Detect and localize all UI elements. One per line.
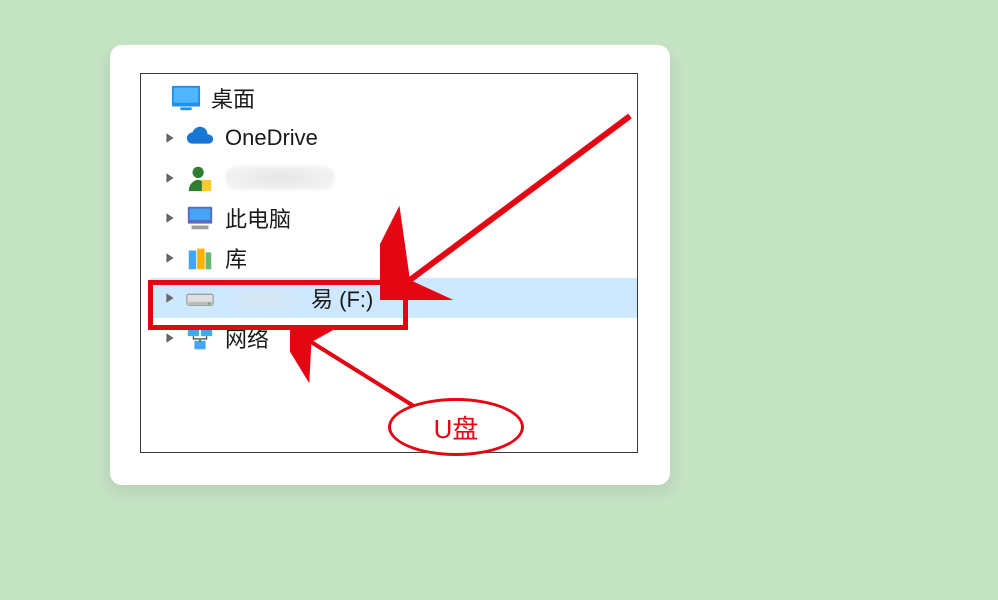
- drive-name-blurred: [225, 287, 305, 309]
- tree-item-network[interactable]: 网络: [141, 318, 637, 358]
- tree-item-label: 桌面: [211, 82, 255, 114]
- drive-icon: [185, 283, 215, 313]
- tree-item-label: 此电脑: [225, 202, 291, 234]
- tree-item-this-pc[interactable]: 此电脑: [141, 198, 637, 238]
- tree-item-usb-drive[interactable]: 易 (F:): [151, 278, 637, 318]
- tree-item-onedrive[interactable]: OneDrive: [141, 118, 637, 158]
- tree-item-label: 易 (F:): [225, 282, 373, 314]
- this-pc-icon: [185, 203, 215, 233]
- chevron-icon[interactable]: [161, 249, 179, 267]
- user-icon: [185, 163, 215, 193]
- chevron-icon[interactable]: [161, 289, 179, 307]
- tree-item-libraries[interactable]: 库: [141, 238, 637, 278]
- chevron-icon[interactable]: [161, 129, 179, 147]
- libraries-icon: [185, 243, 215, 273]
- chevron-icon[interactable]: [161, 329, 179, 347]
- tree-container: ▶ 桌面 OneDrive: [140, 73, 638, 453]
- network-icon: [185, 323, 215, 353]
- nav-tree: ▶ 桌面 OneDrive: [141, 74, 637, 358]
- chevron-icon[interactable]: [161, 169, 179, 187]
- tree-item-user[interactable]: [141, 158, 637, 198]
- tree-item-label-blurred: [225, 166, 335, 190]
- chevron-icon[interactable]: [161, 209, 179, 227]
- desktop-icon: [171, 83, 201, 113]
- tree-item-label: OneDrive: [225, 125, 318, 151]
- explorer-panel: ▶ 桌面 OneDrive: [110, 45, 670, 485]
- tree-item-desktop[interactable]: ▶ 桌面: [141, 78, 637, 118]
- tree-item-label: 网络: [225, 322, 269, 354]
- tree-item-label: 库: [225, 242, 247, 274]
- onedrive-icon: [185, 123, 215, 153]
